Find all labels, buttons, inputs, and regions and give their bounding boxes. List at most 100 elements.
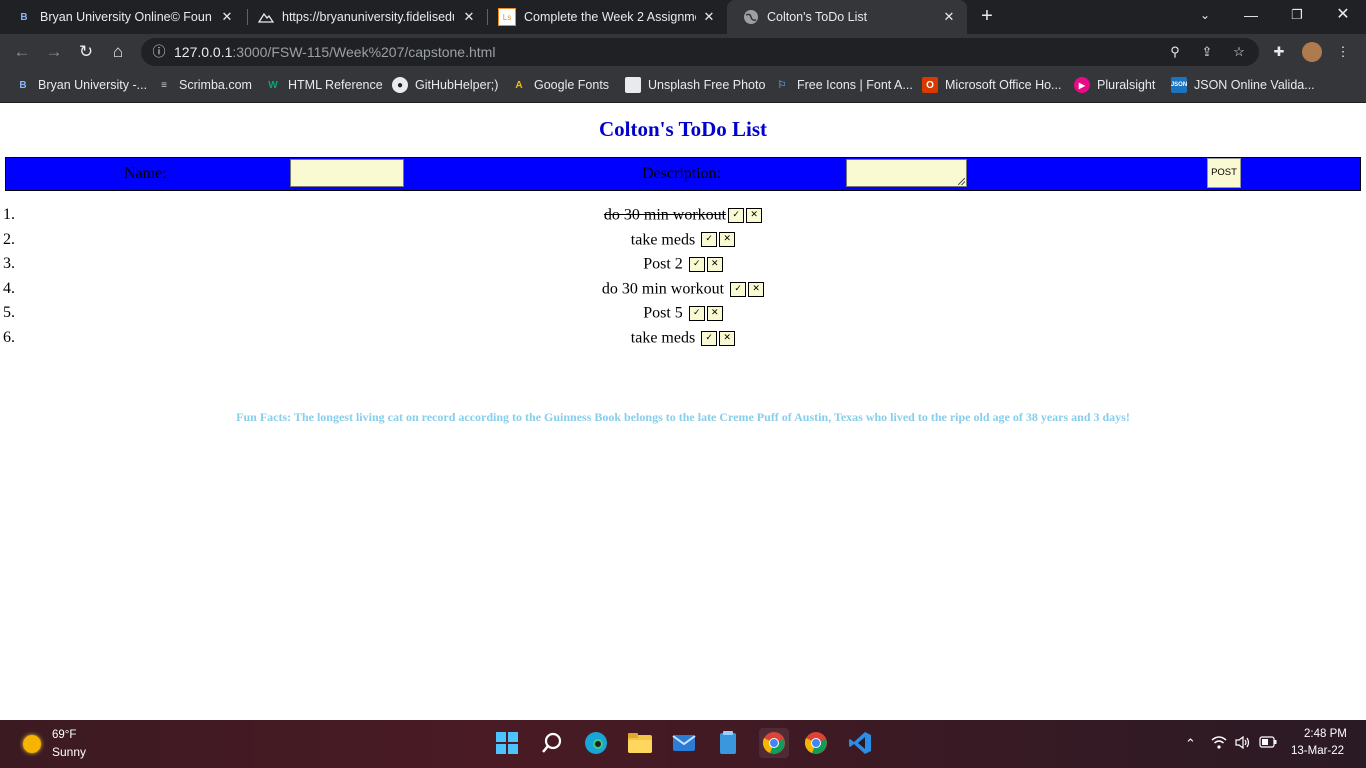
profile-avatar-icon[interactable] [1302, 42, 1322, 62]
minimize-icon[interactable]: — [1228, 0, 1274, 34]
todo-text: Post 5 [643, 304, 683, 322]
search-icon[interactable] [539, 730, 565, 756]
flag-icon: ⚐ [777, 79, 787, 91]
delete-x-button[interactable]: ✕ [748, 281, 765, 297]
browser-tab-todo-list[interactable]: Colton's ToDo List ✕ [727, 0, 967, 34]
google-fonts-icon: A [515, 79, 523, 91]
back-arrow-icon[interactable]: ← [10, 40, 34, 64]
url-text[interactable]: 127.0.0.1:3000/FSW-115/Week%207/capstone… [174, 44, 495, 60]
name-label: Name: [124, 165, 167, 182]
bookmark-bryan-university[interactable]: B Bryan University -... [15, 76, 147, 94]
windows-start-icon[interactable] [494, 730, 520, 756]
site-info-icon[interactable]: ⓘ [150, 43, 168, 61]
forward-arrow-icon[interactable]: → [42, 40, 66, 64]
mail-icon[interactable] [671, 730, 697, 756]
post-button[interactable]: POST [1207, 158, 1241, 188]
bookmark-html-reference[interactable]: W HTML Reference [265, 76, 382, 94]
bryan-logo-icon: B [20, 11, 28, 23]
bookmark-label: Free Icons | Font A... [797, 78, 913, 92]
delete-x-button[interactable]: ✕ [746, 207, 763, 223]
weather-temperature[interactable]: 69°F [52, 729, 76, 741]
file-explorer-icon[interactable] [627, 730, 653, 756]
close-tab-icon[interactable]: ✕ [219, 9, 235, 25]
resize-grip-icon[interactable] [958, 178, 965, 185]
bookmark-unsplash[interactable]: Unsplash Free Photo [625, 76, 765, 94]
bookmark-label: Google Fonts [534, 78, 610, 92]
todo-text: Post 2 [643, 255, 683, 273]
bookmark-githubhelper[interactable]: ● GitHubHelper;) [392, 76, 498, 94]
edge-browser-icon[interactable] [583, 730, 609, 756]
share-icon[interactable]: ⇪ [1198, 43, 1216, 61]
bookmark-free-icons[interactable]: ⚐ Free Icons | Font A... [774, 76, 913, 94]
chrome-profile-icon[interactable] [759, 728, 789, 758]
url-path: :3000/FSW-115/Week%207/capstone.html [232, 44, 496, 60]
reload-icon[interactable]: ↻ [74, 40, 98, 64]
chevron-up-icon[interactable]: ⌃ [1185, 736, 1196, 752]
page-content: Colton's ToDo List Name: Description: PO… [0, 103, 1366, 720]
todo-item-3: 3. Post 2 ✓ ✕ [0, 255, 1366, 280]
delete-x-button[interactable]: ✕ [706, 257, 723, 273]
complete-check-button[interactable]: ✓ [728, 207, 745, 223]
close-tab-icon[interactable]: ✕ [461, 9, 477, 25]
todo-item-1: 1. do 30 min workout ✓ ✕ [0, 206, 1366, 231]
w-icon: W [268, 79, 278, 91]
bookmark-microsoft-office[interactable]: O Microsoft Office Ho... [922, 76, 1061, 94]
todo-list: 1. do 30 min workout ✓ ✕ 2. take meds ✓ ✕ 3… [0, 206, 1366, 354]
github-icon: ● [392, 77, 408, 93]
browser-tab-assignment[interactable]: Ls Complete the Week 2 Assignment ✕ [482, 0, 727, 34]
delete-x-button[interactable]: ✕ [719, 330, 736, 346]
office-icon: O [922, 77, 938, 93]
tab-title: Complete the Week 2 Assignment [524, 10, 696, 24]
description-label: Description: [642, 165, 722, 182]
bookmark-label: Scrimba.com [179, 78, 252, 92]
description-textarea[interactable] [846, 159, 967, 187]
name-input[interactable] [290, 159, 404, 187]
close-tab-icon[interactable]: ✕ [941, 9, 957, 25]
delete-x-button[interactable]: ✕ [719, 232, 736, 248]
complete-check-button[interactable]: ✓ [701, 232, 718, 248]
volume-icon[interactable] [1235, 735, 1251, 752]
wifi-icon[interactable] [1211, 736, 1227, 752]
battery-icon[interactable] [1259, 736, 1277, 751]
extensions-puzzle-icon[interactable]: ✚ [1270, 43, 1288, 61]
mountain-icon [258, 9, 274, 25]
complete-check-button[interactable]: ✓ [688, 306, 705, 322]
weather-description[interactable]: Sunny [52, 745, 86, 759]
complete-check-button[interactable]: ✓ [730, 281, 747, 297]
clock-date[interactable]: 13-Mar-22 [1291, 745, 1344, 757]
todo-text: do 30 min workout [603, 206, 727, 224]
bookmark-pluralsight[interactable]: ▶ Pluralsight [1074, 76, 1155, 94]
zoom-icon[interactable]: ⚲ [1166, 43, 1184, 61]
browser-tab-bryan-university[interactable]: B Bryan University Online© Founde ✕ [0, 0, 245, 34]
delete-x-button[interactable]: ✕ [706, 306, 723, 322]
new-tab-icon[interactable]: + [976, 6, 998, 28]
bookmark-google-fonts[interactable]: A Google Fonts [511, 76, 609, 94]
complete-check-button[interactable]: ✓ [701, 330, 718, 346]
tab-search-chevron-icon[interactable]: ⌄ [1182, 0, 1228, 34]
sun-weather-icon[interactable] [23, 735, 41, 753]
ls-logo-icon: Ls [498, 8, 516, 26]
window-close-icon[interactable]: ✕ [1320, 0, 1366, 34]
json-icon: JSON [1171, 77, 1187, 93]
complete-check-button[interactable]: ✓ [688, 257, 705, 273]
todo-text: do 30 min workout [601, 280, 725, 298]
more-menu-icon[interactable]: ⋮ [1334, 43, 1352, 61]
bookmark-label: JSON Online Valida... [1194, 78, 1315, 92]
bookmark-label: GitHubHelper;) [415, 78, 499, 92]
todo-item-6: 6. take meds ✓ ✕ [0, 329, 1366, 354]
bookmark-label: Pluralsight [1097, 78, 1156, 92]
close-tab-icon[interactable]: ✕ [701, 9, 717, 25]
notepad-icon[interactable] [715, 730, 741, 756]
home-icon[interactable]: ⌂ [106, 40, 130, 64]
chrome-icon[interactable] [803, 730, 829, 756]
bryan-logo-icon: B [19, 79, 27, 91]
vscode-icon[interactable] [847, 730, 873, 756]
clock-time[interactable]: 2:48 PM [1304, 728, 1347, 740]
restore-icon[interactable]: ❐ [1274, 0, 1320, 34]
bookmark-json-validator[interactable]: JSON JSON Online Valida... [1171, 76, 1315, 94]
browser-tab-fidelis[interactable]: https://bryanuniversity.fideliseduc ✕ [242, 0, 487, 34]
unsplash-icon [625, 77, 641, 93]
bookmark-star-icon[interactable]: ☆ [1230, 43, 1248, 61]
bookmark-scrimba[interactable]: ≡ Scrimba.com [156, 76, 252, 94]
globe-icon [743, 9, 759, 25]
